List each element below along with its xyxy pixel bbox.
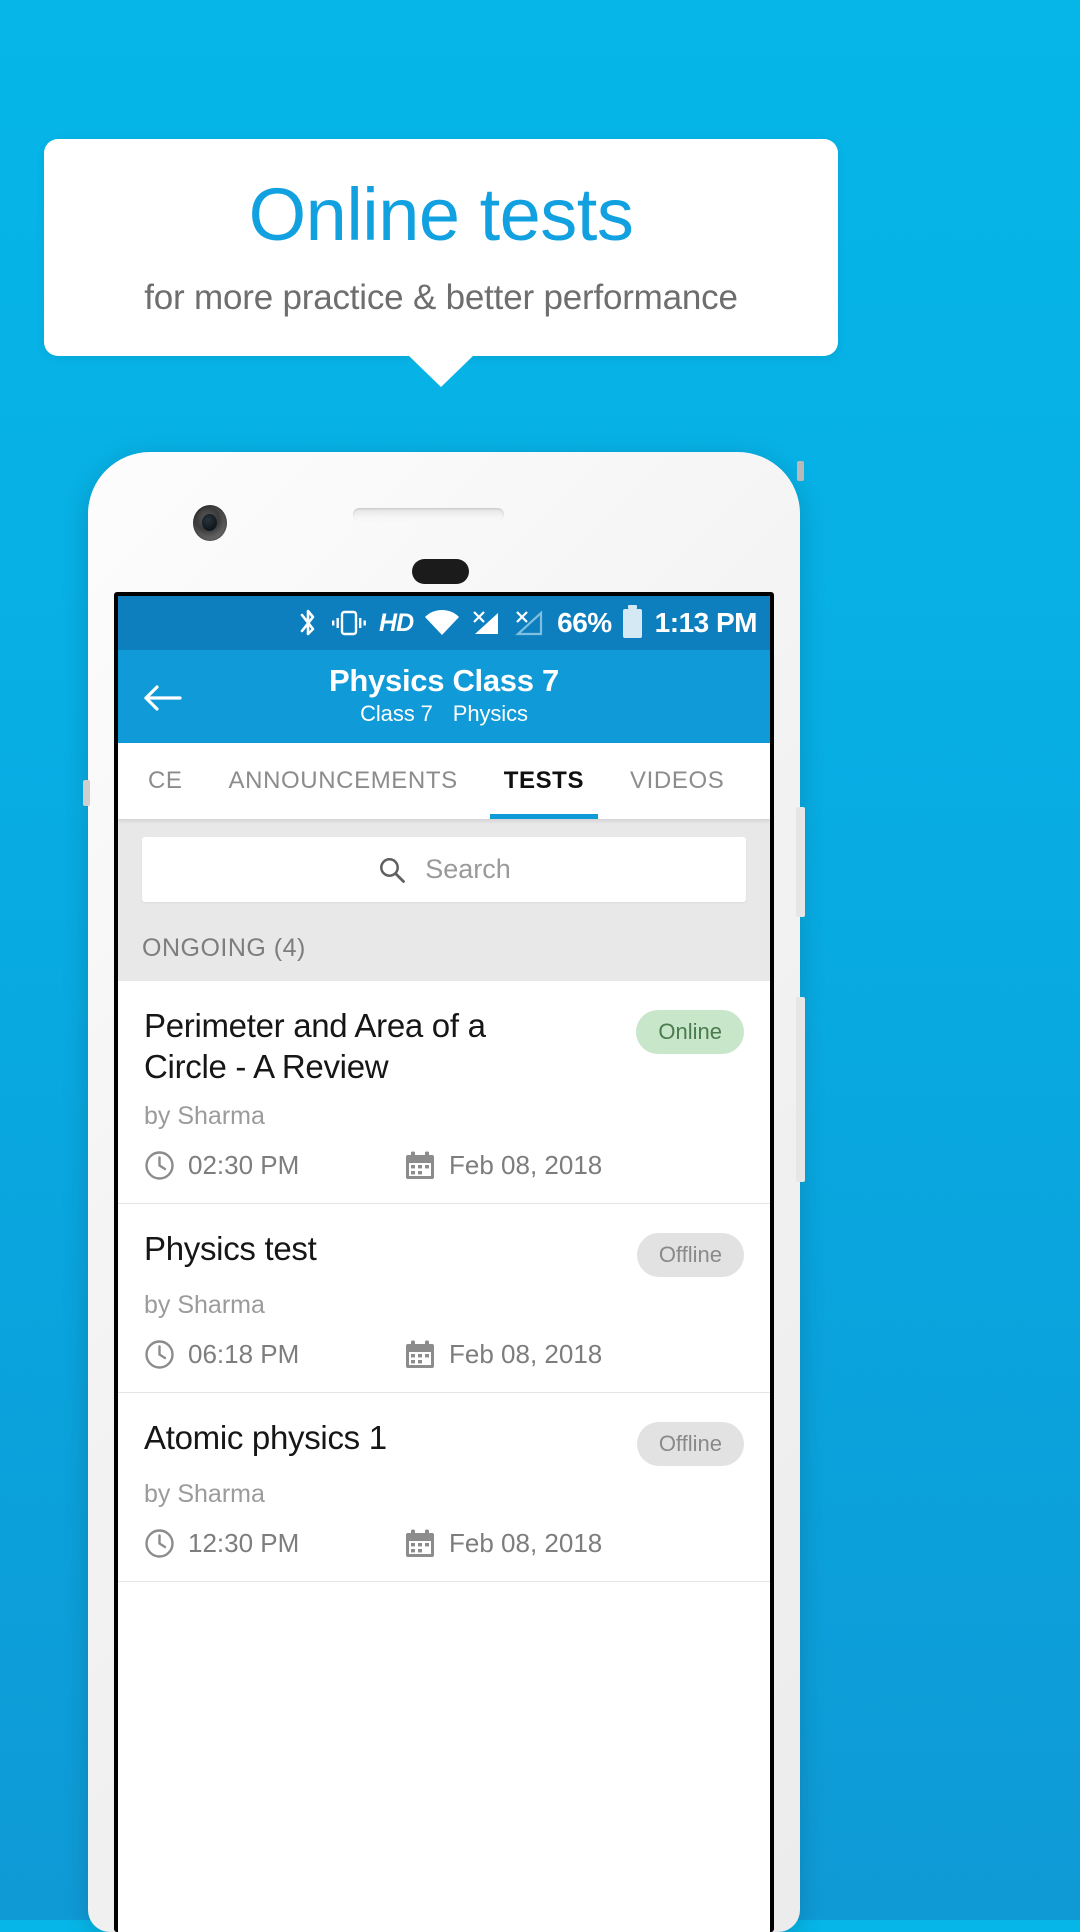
test-date: Feb 08, 2018 [404,1339,602,1370]
search-icon [377,855,407,885]
vibrate-icon [330,609,368,637]
front-camera-icon [193,505,227,541]
test-meta: 06:18 PM Feb 08, 2018 [144,1339,744,1370]
test-time: 06:18 PM [144,1339,404,1370]
phone-volume-button [796,997,805,1182]
test-author: by Sharma [144,1101,265,1130]
breadcrumb: Class 7 Physics [118,701,770,727]
clock-label: 1:13 PM [654,607,758,638]
test-date: Feb 08, 2018 [404,1150,602,1181]
tab-tests[interactable]: TESTS [489,743,599,819]
test-list-item[interactable]: Atomic physics 1 Offline by Sharma 12:30… [118,1392,770,1582]
status-badge: Offline [636,1421,744,1466]
breadcrumb-class: Class 7 [360,701,433,727]
calendar-icon [404,1150,436,1181]
test-list-item[interactable]: Physics test Offline by Sharma 06:18 PM [118,1203,770,1393]
test-time-label: 02:30 PM [188,1149,300,1180]
test-date-label: Feb 08, 2018 [449,1338,603,1369]
test-author: by Sharma [144,1290,265,1319]
test-time: 02:30 PM [144,1150,404,1181]
search-input[interactable]: Search [142,837,746,902]
test-list-item[interactable]: Perimeter and Area of a Circle - A Revie… [118,981,770,1204]
app-screen: HD 66% 1:13 PM Physics Class 7 Class 7 P… [118,596,770,1932]
test-title: Physics test [144,1229,317,1267]
test-time-label: 06:18 PM [188,1338,300,1369]
signal-no-sim-1-icon [471,609,503,637]
tab-announcements[interactable]: ANNOUNCEMENTS [229,743,458,819]
test-time: 12:30 PM [144,1528,404,1559]
phone-screen-bezel: HD 66% 1:13 PM Physics Class 7 Class 7 P… [114,592,774,1932]
wifi-icon [424,609,460,637]
signal-no-sim-2-icon [514,609,546,637]
test-date-label: Feb 08, 2018 [449,1149,603,1180]
test-author: by Sharma [144,1479,265,1508]
search-zone: Search [118,819,770,918]
test-title: Perimeter and Area of a Circle - A Revie… [144,1007,486,1085]
status-badge: Online [636,1010,744,1054]
sensor-pill [412,559,469,584]
battery-percent-label: 66% [557,607,612,638]
test-date: Feb 08, 2018 [404,1528,602,1559]
section-header-ongoing: ONGOING (4) [118,918,770,981]
page-title: Physics Class 7 [329,662,559,698]
clock-icon [144,1150,175,1181]
calendar-icon [404,1528,436,1559]
app-bar: Physics Class 7 Class 7 Physics [118,650,770,743]
status-bar: HD 66% 1:13 PM [118,596,770,650]
promo-title: Online tests [248,172,634,256]
back-arrow-icon[interactable] [140,676,184,720]
phone-mockup: HD 66% 1:13 PM Physics Class 7 Class 7 P… [83,452,805,1932]
phone-top-accent [797,461,804,481]
phone-power-button [796,807,805,917]
phone-left-button [83,780,90,806]
promo-subtitle: for more practice & better performance [144,277,738,317]
test-item-header: Physics test Offline [144,1229,744,1277]
test-date-label: Feb 08, 2018 [449,1527,603,1558]
app-bar-titles: Physics Class 7 Class 7 Physics [118,662,770,730]
battery-icon [622,604,642,638]
promo-callout-tail [408,355,474,387]
clock-icon [144,1339,175,1370]
promo-callout: Online tests for more practice & better … [44,139,838,356]
bluetooth-icon [297,608,319,638]
hd-icon: HD [379,608,414,637]
test-title: Atomic physics 1 [144,1418,387,1456]
breadcrumb-subject: Physics [452,701,528,727]
status-badge: Offline [636,1232,744,1277]
tab-videos[interactable]: VIDEOS [630,743,724,819]
test-meta: 12:30 PM Feb 08, 2018 [144,1528,744,1559]
clock-icon [144,1528,175,1559]
tab-bar: CE ANNOUNCEMENTS TESTS VIDEOS [118,743,770,819]
calendar-icon [404,1339,436,1370]
tab-ce[interactable]: CE [148,743,183,819]
earpiece-speaker [353,508,504,521]
test-item-header: Atomic physics 1 Offline [144,1418,744,1466]
test-time-label: 12:30 PM [188,1527,300,1558]
test-meta: 02:30 PM Feb 08, 2018 [144,1150,744,1181]
search-placeholder: Search [425,854,511,884]
test-item-header: Perimeter and Area of a Circle - A Revie… [144,1006,744,1088]
